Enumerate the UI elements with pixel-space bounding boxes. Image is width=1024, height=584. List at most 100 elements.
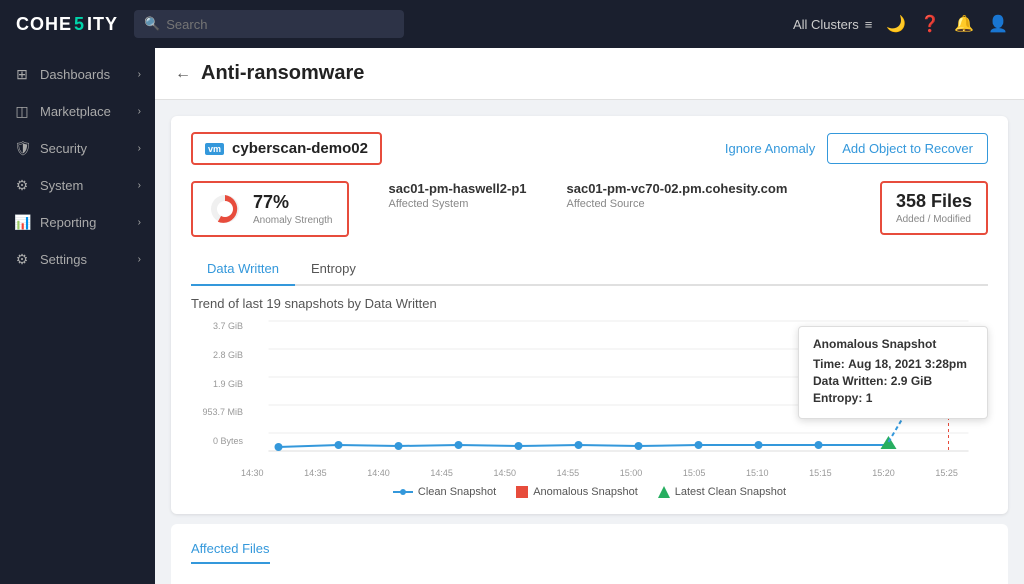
- files-label: Added / Modified: [896, 214, 972, 225]
- y-label-2: 2.8 GiB: [191, 350, 243, 360]
- y-label-3: 1.9 GiB: [191, 379, 243, 389]
- x-axis-labels: 14:30 14:35 14:40 14:45 14:50 14:55 15:0…: [191, 466, 988, 478]
- loading-container: [191, 564, 988, 584]
- security-icon: 🛡: [14, 140, 30, 157]
- logo-accent: 5: [74, 14, 85, 35]
- add-object-button[interactable]: Add Object to Recover: [827, 133, 988, 164]
- page-title: Anti-ransomware: [201, 62, 364, 85]
- chart-svg-container: Anomalous Snapshot Time: Aug 18, 2021 3:…: [249, 321, 988, 466]
- chevron-icon: ›: [138, 254, 141, 265]
- search-input[interactable]: [166, 17, 394, 32]
- vm-card: vm cyberscan-demo02 Ignore Anomaly Add O…: [171, 116, 1008, 514]
- affected-files-tab[interactable]: Affected Files: [191, 541, 270, 564]
- snapshot-dot: [635, 442, 643, 450]
- vm-header: vm cyberscan-demo02 Ignore Anomaly Add O…: [191, 132, 988, 165]
- affected-files-section: Affected Files: [171, 524, 1008, 584]
- ignore-anomaly-link[interactable]: Ignore Anomaly: [725, 141, 815, 156]
- settings-icon: ⚙: [14, 251, 30, 268]
- clusters-label: All Clusters: [793, 17, 859, 32]
- affected-system-value: sac01-pm-haswell2-p1: [389, 181, 527, 196]
- snapshot-dot: [395, 442, 403, 450]
- sidebar-item-label: Dashboards: [40, 67, 110, 82]
- snapshot-dot: [575, 441, 583, 449]
- chevron-icon: ›: [138, 217, 141, 228]
- search-icon: 🔍: [144, 16, 160, 32]
- x-label-7: 15:00: [620, 468, 643, 478]
- x-label-8: 15:05: [683, 468, 706, 478]
- dark-mode-icon[interactable]: 🌙: [886, 14, 906, 34]
- search-bar[interactable]: 🔍: [134, 10, 404, 38]
- tooltip-title: Anomalous Snapshot: [813, 337, 973, 351]
- dashboards-icon: ⊞: [14, 66, 30, 83]
- chart-tabs: Data Written Entropy: [191, 253, 988, 286]
- legend-clean-label: Clean Snapshot: [418, 486, 496, 498]
- x-label-9: 15:10: [746, 468, 769, 478]
- anomaly-pie-chart: [207, 191, 243, 227]
- legend-clean-icon: [393, 487, 413, 497]
- logo: COHE5ITY: [16, 14, 118, 35]
- notifications-icon[interactable]: 🔔: [954, 14, 974, 34]
- files-count: 358 Files: [896, 191, 972, 212]
- legend-anomalous-snapshot: Anomalous Snapshot: [516, 486, 638, 498]
- tab-data-written[interactable]: Data Written: [191, 253, 295, 286]
- chart-area: Trend of last 19 snapshots by Data Writt…: [191, 296, 988, 498]
- sidebar-item-marketplace[interactable]: ◫ Marketplace ›: [0, 93, 155, 130]
- reporting-icon: 📊: [14, 214, 30, 231]
- sidebar-item-system[interactable]: ⚙ System ›: [0, 167, 155, 204]
- y-axis-labels: 3.7 GiB 2.8 GiB 1.9 GiB 953.7 MiB 0 Byte…: [191, 321, 249, 466]
- tooltip-entropy-label: Entropy:: [813, 391, 862, 405]
- chart-title: Trend of last 19 snapshots by Data Writt…: [191, 296, 988, 311]
- chevron-icon: ›: [138, 106, 141, 117]
- snapshot-dot: [755, 441, 763, 449]
- page-header: ← Anti-ransomware: [155, 48, 1024, 100]
- latest-clean-snapshot-marker: [881, 436, 897, 449]
- legend-latest-clean-snapshot: Latest Clean Snapshot: [658, 486, 786, 498]
- anomalous-tooltip: Anomalous Snapshot Time: Aug 18, 2021 3:…: [798, 326, 988, 419]
- x-label-2: 14:35: [304, 468, 327, 478]
- tooltip-data-written-label: Data Written:: [813, 374, 887, 388]
- header-right: All Clusters ≡ 🌙 ❓ 🔔 👤: [793, 14, 1008, 34]
- x-label-11: 15:20: [872, 468, 895, 478]
- legend-latest-clean-label: Latest Clean Snapshot: [675, 486, 786, 498]
- anomaly-label: Anomaly Strength: [253, 215, 333, 226]
- clusters-button[interactable]: All Clusters ≡: [793, 17, 872, 32]
- back-button[interactable]: ←: [175, 65, 191, 83]
- sidebar-item-security[interactable]: 🛡 Security ›: [0, 130, 155, 167]
- affected-system-stat: sac01-pm-haswell2-p1 Affected System: [389, 181, 527, 210]
- help-icon[interactable]: ❓: [920, 14, 940, 34]
- affected-system-label: Affected System: [389, 198, 527, 210]
- chevron-icon: ›: [138, 143, 141, 154]
- files-box: 358 Files Added / Modified: [880, 181, 988, 235]
- tooltip-time-label: Time:: [813, 357, 845, 371]
- vm-name-box: vm cyberscan-demo02: [191, 132, 382, 165]
- x-label-3: 14:40: [367, 468, 390, 478]
- x-label-6: 14:55: [557, 468, 580, 478]
- y-label-1: 3.7 GiB: [191, 321, 243, 331]
- affected-source-stat: sac01-pm-vc70-02.pm.cohesity.com Affecte…: [567, 181, 788, 210]
- anomaly-percentage: 77%: [253, 192, 333, 213]
- sidebar-item-label: Security: [40, 141, 87, 156]
- sidebar-item-label: Marketplace: [40, 104, 111, 119]
- tooltip-entropy-value: 1: [866, 391, 873, 405]
- y-label-5: 0 Bytes: [191, 436, 243, 446]
- tooltip-data-written: Data Written: 2.9 GiB: [813, 374, 973, 388]
- sidebar-item-reporting[interactable]: 📊 Reporting ›: [0, 204, 155, 241]
- anomaly-stat-info: 77% Anomaly Strength: [253, 192, 333, 226]
- affected-source-value: sac01-pm-vc70-02.pm.cohesity.com: [567, 181, 788, 196]
- sidebar-item-label: System: [40, 178, 83, 193]
- tooltip-entropy: Entropy: 1: [813, 391, 973, 405]
- chart-legend: Clean Snapshot Anomalous Snapshot: [191, 486, 988, 498]
- app-header: COHE5ITY 🔍 All Clusters ≡ 🌙 ❓ 🔔 👤: [0, 0, 1024, 48]
- y-label-4: 953.7 MiB: [191, 407, 243, 417]
- vm-tag: vm: [205, 143, 224, 155]
- tab-entropy[interactable]: Entropy: [295, 253, 372, 286]
- x-label-5: 14:50: [494, 468, 517, 478]
- tooltip-data-written-value: 2.9 GiB: [891, 374, 932, 388]
- sidebar-item-dashboards[interactable]: ⊞ Dashboards ›: [0, 56, 155, 93]
- user-icon[interactable]: 👤: [988, 14, 1008, 34]
- snapshot-dot: [275, 443, 283, 451]
- sidebar-item-label: Settings: [40, 252, 87, 267]
- main-content: ← Anti-ransomware vm cyberscan-demo02 Ig…: [155, 48, 1024, 584]
- vm-name: cyberscan-demo02: [232, 140, 368, 157]
- sidebar-item-settings[interactable]: ⚙ Settings ›: [0, 241, 155, 278]
